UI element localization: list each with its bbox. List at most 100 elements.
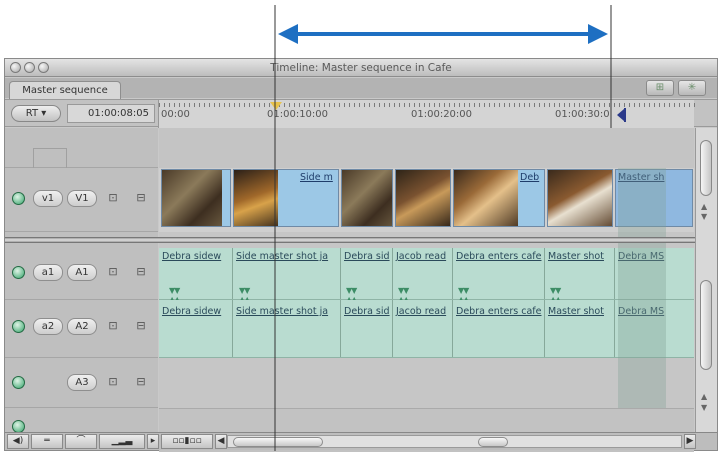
video-scroll-thumb[interactable]	[700, 140, 712, 196]
chevron-right-icon[interactable]: ▸	[147, 434, 159, 449]
clip-thumbnail	[342, 170, 392, 226]
annotation-arrow-left-head	[278, 24, 298, 44]
clip-label: Jacob read	[396, 251, 447, 262]
clip-label: Master shot	[548, 251, 604, 262]
rt-label: RT	[25, 108, 39, 119]
playhead-icon[interactable]	[270, 102, 282, 110]
auto-select-icon[interactable]: ⊟	[136, 375, 146, 388]
scroll-right-icon[interactable]: ▶	[684, 434, 696, 449]
video-clip[interactable]: Deb	[453, 169, 545, 227]
lock-icon[interactable]: ⊡	[108, 375, 118, 388]
track-row-v1: v1 V1 ⊡ ⊟	[5, 168, 158, 232]
track-row-a3: A3 ⊡ ⊟	[5, 358, 158, 408]
tab-master-sequence[interactable]: Master sequence	[9, 81, 121, 99]
ruler-label: 01:00:20:00	[411, 109, 473, 120]
audio-clip[interactable]: Side master shot ja	[233, 300, 341, 357]
clip-thumbnail	[162, 170, 222, 226]
horizontal-scrollbar[interactable]	[227, 435, 682, 448]
video-clip[interactable]: Side m	[233, 169, 339, 227]
clip-label: Jacob read	[396, 306, 447, 317]
horizontal-scroll-thumb[interactable]	[233, 437, 323, 447]
dest-control-a3[interactable]: A3	[67, 374, 97, 391]
scroll-up-icon[interactable]: ▲	[701, 392, 707, 401]
time-ruler[interactable]: 00:00 01:00:10:00 01:00:20:00 01:00:30:0	[158, 100, 695, 128]
dest-control-v1[interactable]: V1	[67, 190, 97, 207]
video-clip[interactable]	[341, 169, 393, 227]
track-size-icon[interactable]: ▁▂▃	[99, 434, 145, 449]
track-controls-panel: v1 V1 ⊡ ⊟ a1 A1 ⊡ ⊟ a2 A2 ⊡ ⊟ A3 ⊡ ⊟	[5, 128, 158, 433]
audio-clip[interactable]: Debra enters cafe	[453, 300, 545, 357]
dest-control-a2[interactable]: A2	[67, 318, 97, 335]
ruler-label: 00:00	[161, 109, 190, 120]
source-control-a1[interactable]: a1	[33, 264, 63, 281]
clip-label: Side m	[300, 172, 333, 183]
timeline-window: Timeline: Master sequence in Cafe Master…	[4, 58, 718, 452]
track-visibility-icon[interactable]	[12, 192, 25, 205]
dest-control-a1[interactable]: A1	[67, 264, 97, 281]
audio-enable-icon[interactable]	[12, 376, 25, 389]
video-clip[interactable]	[395, 169, 451, 227]
scroll-down-icon[interactable]: ▼	[701, 403, 707, 412]
source-control-v1[interactable]: v1	[33, 190, 63, 207]
audio-clip[interactable]: Debra sidew	[159, 300, 233, 357]
out-point-icon[interactable]	[617, 109, 624, 121]
lock-icon[interactable]: ⊡	[108, 265, 118, 278]
out-point-shade	[618, 168, 666, 408]
auto-select-icon[interactable]: ⊟	[136, 265, 146, 278]
track-layout-buttons: ⊞ ✳	[646, 79, 714, 97]
out-point-bar	[624, 108, 626, 122]
audio-controls-icon[interactable]: ◀)	[7, 434, 29, 449]
clip-overlays-icon[interactable]: ⌒	[65, 434, 97, 449]
annotation-arrow-right-head	[588, 24, 608, 44]
audio-scroll-thumb[interactable]	[700, 280, 712, 370]
ruler-label: 01:00:10:00	[267, 109, 329, 120]
window-title: Timeline: Master sequence in Cafe	[270, 62, 452, 74]
video-clip[interactable]	[547, 169, 613, 227]
clip-thumbnail	[454, 170, 518, 226]
lock-icon[interactable]: ⊡	[108, 319, 118, 332]
timeline-tracks-area[interactable]: Side m Deb Master sh Debra sidew Side ma…	[159, 128, 694, 452]
clip-label: Debra sid	[344, 251, 390, 262]
track-height-icon[interactable]: ═	[31, 434, 63, 449]
clip-label: Debra enters cafe	[456, 251, 542, 262]
audio-clip[interactable]: Master shot	[545, 300, 615, 357]
ruler-label: 01:00:30:0	[555, 109, 610, 120]
rt-popup-button[interactable]: RT ▾	[11, 105, 61, 122]
auto-select-icon[interactable]: ⊟	[136, 319, 146, 332]
audio-enable-icon[interactable]	[12, 320, 25, 333]
timeline-control-row: RT ▾ 01:00:08:05 00:00 01:00:10:00 01:00…	[5, 99, 717, 128]
track-row-a2: a2 A2 ⊡ ⊟	[5, 300, 158, 358]
source-control-a2[interactable]: a2	[33, 318, 63, 335]
track-row-a1: a1 A1 ⊡ ⊟	[5, 248, 158, 300]
current-timecode-field[interactable]: 01:00:08:05	[67, 104, 155, 123]
auto-select-icon[interactable]: ⊟	[136, 191, 146, 204]
scroll-up-icon[interactable]: ▲	[701, 202, 707, 211]
ruler-ticks	[159, 103, 695, 107]
clip-label: Deb	[520, 172, 540, 183]
snapping-toggle-icon[interactable]: ⊞	[646, 80, 674, 96]
title-bar: Timeline: Master sequence in Cafe	[5, 59, 717, 77]
timeline-bottom-bar: ◀) ═ ⌒ ▁▂▃ ▸ ▫▫▮▫▫ ◀ ▶	[5, 432, 717, 450]
partial-track-row	[5, 408, 158, 433]
clip-thumbnail	[234, 170, 278, 226]
clip-label: Debra enters cafe	[456, 306, 542, 317]
clip-thumbnail	[548, 170, 612, 226]
scroll-down-icon[interactable]: ▼	[701, 212, 707, 221]
video-track-v1: Side m Deb Master sh	[159, 168, 694, 232]
audio-enable-icon[interactable]	[12, 266, 25, 279]
video-clip[interactable]	[161, 169, 231, 227]
clip-thumbnail	[396, 170, 450, 226]
video-audio-divider[interactable]	[5, 237, 717, 243]
clip-label: Debra sidew	[162, 306, 222, 317]
audio-clip[interactable]: Debra sid	[341, 300, 393, 357]
clip-label: Master shot	[548, 306, 604, 317]
empty-video-track	[159, 128, 694, 168]
vertical-scrollbar[interactable]: ▲ ▼ ▲ ▼	[695, 128, 717, 432]
scroll-left-icon[interactable]: ◀	[215, 434, 227, 449]
lock-icon[interactable]: ⊡	[108, 191, 118, 204]
horizontal-scroll-thumb-end[interactable]	[478, 437, 508, 447]
zoom-slider[interactable]: ▫▫▮▫▫	[161, 434, 213, 449]
audio-clip[interactable]: Jacob read	[393, 300, 453, 357]
clip-label: Side master shot ja	[236, 306, 329, 317]
linking-toggle-icon[interactable]: ✳	[678, 80, 706, 96]
